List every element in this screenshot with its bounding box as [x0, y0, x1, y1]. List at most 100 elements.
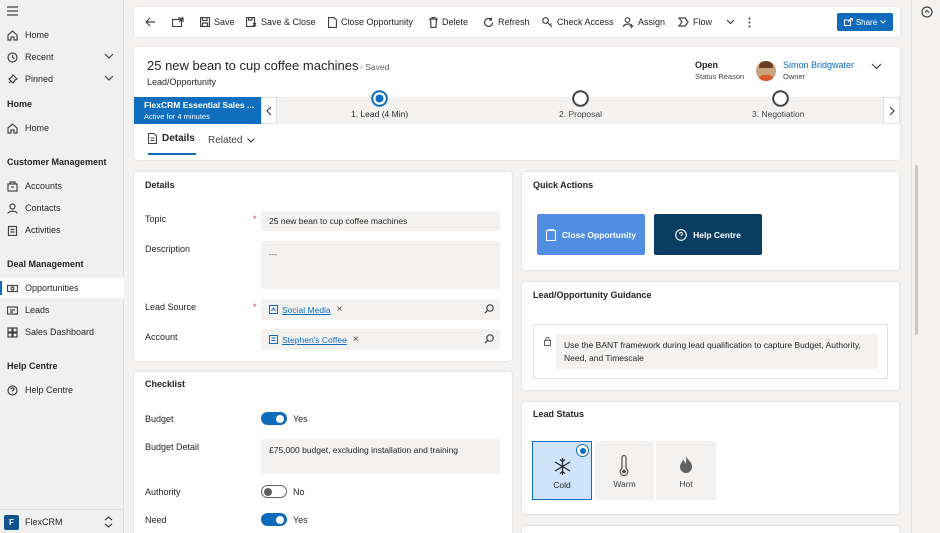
- back-button[interactable]: [145, 7, 160, 37]
- lead-status-cold-option[interactable]: Cold: [532, 441, 592, 500]
- chevron-down-icon[interactable]: [726, 19, 739, 25]
- assign-button[interactable]: Assign: [623, 7, 665, 37]
- remove-icon[interactable]: ×: [337, 304, 343, 315]
- topic-field[interactable]: 25 new bean to cup coffee machines: [261, 211, 500, 231]
- save-close-button[interactable]: Save & Close: [246, 7, 316, 37]
- need-toggle[interactable]: [261, 513, 287, 526]
- nav-activities[interactable]: Activities: [0, 220, 124, 240]
- key-icon: [542, 16, 557, 28]
- nav-opportunities[interactable]: Opportunities: [0, 278, 124, 298]
- dashboard-icon: [7, 326, 25, 338]
- hamburger-menu-icon[interactable]: [7, 6, 19, 16]
- description-field[interactable]: ---: [261, 241, 500, 289]
- flow-button[interactable]: Flow: [678, 7, 739, 37]
- home-icon: [7, 29, 25, 41]
- remove-icon[interactable]: ×: [353, 334, 359, 345]
- cold-label: Cold: [553, 480, 571, 490]
- budget-toggle[interactable]: [261, 412, 287, 425]
- bpf-name: FlexCRM Essential Sales ...: [144, 100, 255, 110]
- bpf-stage-negotiation-label[interactable]: 3. Negotiation: [752, 109, 804, 119]
- authority-toggle[interactable]: [261, 485, 287, 498]
- owner-label: Owner: [783, 72, 806, 81]
- more-commands-button[interactable]: [748, 7, 755, 37]
- search-icon[interactable]: [484, 334, 494, 344]
- nav-pinned[interactable]: Pinned: [0, 69, 124, 89]
- account-link[interactable]: Stephen's Coffee: [282, 335, 347, 345]
- quick-close-opportunity-button[interactable]: Close Opportunity: [537, 214, 645, 255]
- authority-label: Authority: [145, 487, 181, 497]
- chevron-down-icon: [880, 20, 887, 24]
- bpf-next-button[interactable]: [883, 97, 900, 124]
- app-initial-badge: F: [4, 515, 19, 530]
- refresh-button[interactable]: Refresh: [483, 7, 530, 37]
- bpf-prev-button[interactable]: [261, 97, 277, 124]
- save-label: Save: [214, 17, 235, 27]
- delete-button[interactable]: Delete: [429, 7, 468, 37]
- account-field[interactable]: Stephen's Coffee ×: [261, 329, 500, 350]
- nav-help-centre-label: Help Centre: [25, 385, 74, 395]
- bpf-stage-proposal-marker[interactable]: [572, 90, 589, 107]
- person-icon: [7, 202, 25, 214]
- chevron-down-icon[interactable]: [104, 75, 121, 81]
- owner-avatar: [756, 61, 776, 81]
- nav-leads[interactable]: Leads: [0, 300, 124, 320]
- nav-sales-dashboard[interactable]: Sales Dashboard: [0, 322, 124, 342]
- authority-value: No: [293, 487, 305, 497]
- nav-home[interactable]: Home: [0, 25, 124, 45]
- required-indicator: *: [253, 214, 257, 224]
- lock-icon: [544, 337, 551, 346]
- quick-actions-title: Quick Actions: [533, 180, 594, 190]
- clipboard-icon: [7, 225, 25, 236]
- command-bar: Save Save & Close Close Opportunity Dele…: [134, 7, 900, 37]
- nav-contacts[interactable]: Contacts: [0, 198, 124, 218]
- search-icon[interactable]: [484, 304, 494, 314]
- save-button[interactable]: Save: [200, 7, 235, 37]
- lead-source-field[interactable]: Social Media ×: [261, 299, 500, 320]
- bpf-process-name[interactable]: FlexCRM Essential Sales ... Active for 4…: [134, 97, 261, 124]
- budget-detail-label: Budget Detail: [145, 442, 200, 452]
- need-value: Yes: [293, 515, 308, 525]
- record-title: 25 new bean to cup coffee machines: [147, 58, 359, 73]
- check-access-label: Check Access: [557, 17, 614, 27]
- bpf-stage-lead-marker[interactable]: [371, 90, 388, 107]
- question-circle-icon: [675, 228, 687, 241]
- bpf-stage-proposal-label[interactable]: 2. Proposal: [559, 109, 602, 119]
- guidance-box: Use the BANT framework during lead quali…: [533, 324, 888, 379]
- more-vertical-icon: [748, 17, 755, 28]
- save-icon: [200, 17, 214, 27]
- check-access-button[interactable]: Check Access: [542, 7, 614, 37]
- nav-accounts-label: Accounts: [25, 181, 63, 191]
- quick-actions-section: Quick Actions Close Opportunity Help Cen…: [522, 172, 899, 270]
- nav-contacts-label: Contacts: [25, 203, 61, 213]
- expand-header-chevron-icon[interactable]: [871, 63, 882, 70]
- scrollbar[interactable]: [915, 165, 918, 335]
- area-switcher[interactable]: F FlexCRM: [0, 509, 124, 533]
- tab-details[interactable]: Details: [148, 133, 195, 144]
- chevron-down-icon[interactable]: [104, 53, 121, 59]
- bpf-stage-negotiation-marker[interactable]: [772, 90, 789, 107]
- chevron-down-icon: [247, 138, 256, 143]
- nav-home-2[interactable]: Home: [0, 118, 124, 138]
- lead-status-hot-option[interactable]: Hot: [656, 441, 716, 500]
- nav-help-centre[interactable]: Help Centre: [0, 380, 124, 400]
- owner-name[interactable]: Simon Bridgwater: [783, 60, 854, 70]
- share-button[interactable]: Share: [837, 13, 893, 31]
- nav-recent[interactable]: Recent: [0, 47, 124, 67]
- budget-value: Yes: [293, 414, 308, 424]
- close-opportunity-button[interactable]: Close Opportunity: [328, 7, 413, 37]
- lead-status-warm-option[interactable]: Warm: [595, 441, 654, 500]
- lead-source-link[interactable]: Social Media: [282, 305, 331, 315]
- clipboard-icon: [545, 228, 556, 241]
- popout-button[interactable]: [172, 7, 188, 37]
- nav-accounts[interactable]: Accounts: [0, 176, 124, 196]
- need-label: Need: [145, 515, 167, 525]
- copilot-icon[interactable]: [921, 6, 933, 18]
- quick-help-centre-button[interactable]: Help Centre: [654, 214, 762, 255]
- bpf-stage-lead-label[interactable]: 1. Lead (4 Min): [351, 109, 408, 119]
- nav-home-label: Home: [25, 30, 50, 40]
- tab-related[interactable]: Related: [208, 135, 256, 146]
- nav-recent-label: Recent: [25, 52, 54, 62]
- budget-detail-field[interactable]: £75,000 budget, excluding installation a…: [261, 439, 500, 474]
- close-opportunity-label: Close Opportunity: [341, 17, 414, 27]
- nav-sales-dashboard-label: Sales Dashboard: [25, 327, 95, 337]
